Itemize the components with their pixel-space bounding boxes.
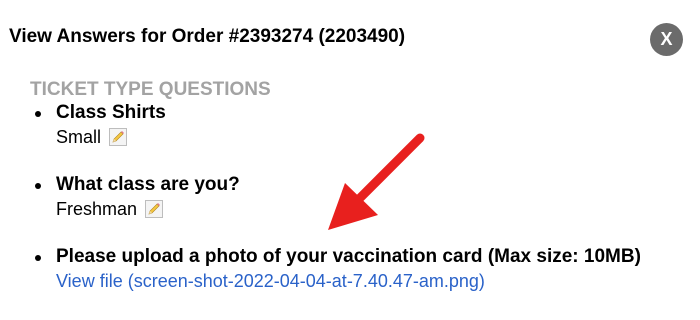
question-label: Class Shirts — [56, 102, 166, 123]
questions-list: Class Shirts Small What class are you? F… — [30, 101, 641, 317]
answer-row: View file (screen-shot-2022-04-04-at-7.4… — [56, 269, 641, 293]
answer-value: Small — [56, 127, 102, 147]
bullet — [35, 111, 41, 117]
modal-title: View Answers for Order #2393274 (2203490… — [9, 26, 406, 47]
question-item: Class Shirts Small — [30, 101, 641, 149]
bullet — [35, 255, 41, 261]
question-label: Please upload a photo of your vaccinatio… — [56, 246, 641, 267]
answer-row: Small — [56, 125, 641, 149]
question-item: What class are you? Freshman — [30, 173, 641, 221]
pencil-edit-icon[interactable] — [145, 200, 164, 218]
bullet — [35, 183, 41, 189]
close-icon: X — [660, 29, 673, 49]
question-label: What class are you? — [56, 174, 240, 195]
close-button[interactable]: X — [650, 23, 683, 56]
pencil-edit-icon[interactable] — [109, 128, 128, 146]
section-heading: TICKET TYPE QUESTIONS — [30, 79, 271, 100]
view-file-link[interactable]: View file (screen-shot-2022-04-04-at-7.4… — [56, 269, 485, 293]
answer-value: Freshman — [56, 199, 138, 219]
view-answers-modal: View Answers for Order #2393274 (2203490… — [0, 0, 700, 320]
question-item: Please upload a photo of your vaccinatio… — [30, 245, 641, 293]
answer-row: Freshman — [56, 197, 641, 221]
